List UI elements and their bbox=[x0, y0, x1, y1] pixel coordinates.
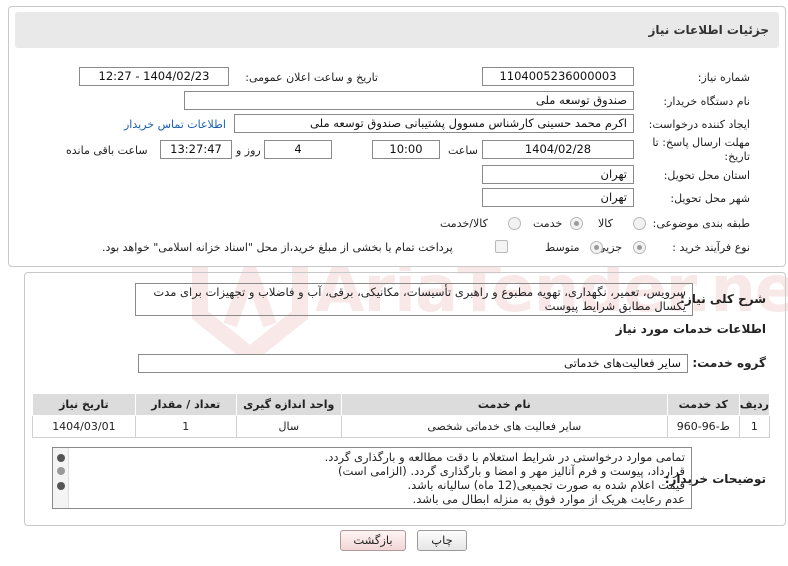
announce-label: تاریخ و ساعت اعلان عمومی: bbox=[245, 71, 378, 84]
col-header-row-number: ردیف bbox=[738, 393, 771, 416]
province-label: استان محل تحویل: bbox=[663, 169, 750, 182]
need-number-label: شماره نیاز: bbox=[697, 71, 750, 84]
announce-field[interactable]: 1404/02/23 - 12:27 bbox=[79, 67, 229, 86]
buyer-org-label: نام دستگاه خریدار: bbox=[663, 95, 750, 108]
page-title: جزئیات اطلاعات نیاز bbox=[648, 23, 769, 37]
deadline-label-line2: تاریخ: bbox=[724, 150, 750, 163]
deadline-hour-label: ساعت bbox=[448, 144, 478, 157]
need-number-field[interactable]: 1104005236000003 bbox=[482, 67, 634, 86]
buyer-note-line: قیمت اعلام شده به صورت تجمیعی(12 ماه) سا… bbox=[407, 478, 685, 492]
buyer-notes-content: تمامی موارد درخواستی در شرایط استعلام با… bbox=[75, 450, 685, 506]
scroll-up-dot-icon bbox=[57, 454, 65, 462]
treasury-checkbox[interactable] bbox=[495, 240, 508, 253]
province-field[interactable]: تهران bbox=[482, 165, 634, 184]
table-header-row: ردیف کد خدمت نام خدمت واحد اندازه گیری ت… bbox=[32, 393, 771, 416]
treasury-note: پرداخت تمام یا بخشی از مبلغ خرید،از محل … bbox=[102, 241, 453, 254]
remaining-label: ساعت باقی مانده bbox=[66, 144, 148, 157]
services-table-wrapper: ردیف کد خدمت نام خدمت واحد اندازه گیری ت… bbox=[32, 393, 771, 438]
days-field[interactable]: 4 bbox=[264, 140, 332, 159]
cell-unit: سال bbox=[235, 415, 342, 438]
scroll-thumb-dot-icon bbox=[57, 467, 65, 475]
process-radio-medium[interactable] bbox=[590, 241, 603, 254]
category-option-service: خدمت bbox=[533, 217, 563, 230]
description-textarea[interactable]: سرویس، تعمیر، نگهداری، تهویه مطبوع و راه… bbox=[135, 283, 693, 316]
category-radio-service[interactable] bbox=[570, 217, 583, 230]
deadline-label-line1: مهلت ارسال پاسخ: تا bbox=[652, 136, 750, 149]
services-table: ردیف کد خدمت نام خدمت واحد اندازه گیری ت… bbox=[32, 393, 771, 438]
services-section-title: اطلاعات خدمات مورد نیاز bbox=[615, 322, 766, 336]
requester-label: ایجاد کننده درخواست: bbox=[648, 118, 750, 131]
cell-row-number: 1 bbox=[738, 415, 771, 438]
cell-quantity: 1 bbox=[134, 415, 237, 438]
scroll-down-dot-icon bbox=[57, 482, 65, 490]
process-label: نوع فرآیند خرید : bbox=[672, 241, 750, 254]
category-radio-both[interactable] bbox=[508, 217, 521, 230]
service-group-field[interactable]: سایر فعالیت‌های خدماتی bbox=[138, 354, 688, 373]
panel-header: جزئیات اطلاعات نیاز bbox=[15, 12, 779, 48]
deadline-label: مهلت ارسال پاسخ: تا تاریخ: bbox=[652, 136, 750, 164]
cell-name: سایر فعالیت های خدماتی شخصی bbox=[340, 415, 668, 438]
buyer-note-line: قرارداد، پیوست و فرم آنالیز مهر و امضا و… bbox=[338, 464, 685, 478]
category-radio-goods[interactable] bbox=[633, 217, 646, 230]
process-option-medium: متوسط bbox=[545, 241, 580, 254]
col-header-unit: واحد اندازه گیری bbox=[235, 393, 342, 416]
city-field[interactable]: تهران bbox=[482, 188, 634, 207]
buyer-note-line: تمامی موارد درخواستی در شرایط استعلام با… bbox=[324, 450, 685, 464]
description-text: سرویس، تعمیر، نگهداری، تهویه مطبوع و راه… bbox=[153, 285, 686, 313]
back-button[interactable]: بازگشت bbox=[340, 530, 406, 551]
buyer-notes-scrollbar[interactable] bbox=[53, 448, 69, 508]
print-button[interactable]: چاپ bbox=[417, 530, 467, 551]
col-header-code: کد خدمت bbox=[666, 393, 740, 416]
contact-info-link[interactable]: اطلاعات تماس خریدار bbox=[124, 118, 226, 131]
category-option-goods: کالا bbox=[598, 217, 613, 230]
deadline-date-field[interactable]: 1404/02/28 bbox=[482, 140, 634, 159]
buyer-org-field[interactable]: صندوق توسعه ملی bbox=[184, 91, 634, 110]
col-header-need-date: تاریخ نیاز bbox=[32, 393, 136, 416]
city-label: شهر محل تحویل: bbox=[670, 192, 750, 205]
buyer-notes-textarea[interactable]: تمامی موارد درخواستی در شرایط استعلام با… bbox=[52, 447, 692, 509]
category-label: طبقه بندی موضوعی: bbox=[652, 217, 750, 230]
table-row[interactable]: 1 ط-96-960 سایر فعالیت های خدماتی شخصی س… bbox=[32, 415, 771, 438]
col-header-quantity: تعداد / مقدار bbox=[134, 393, 237, 416]
deadline-time-field[interactable]: 10:00 bbox=[372, 140, 440, 159]
remaining-time-field[interactable]: 13:27:47 bbox=[160, 140, 232, 159]
service-group-label: گروه خدمت: bbox=[692, 356, 766, 370]
col-header-name: نام خدمت bbox=[340, 393, 668, 416]
requester-field[interactable]: اکرم محمد حسینی کارشناس مسوول پشتیبانی ص… bbox=[234, 114, 634, 133]
cell-need-date: 1404/03/01 bbox=[32, 415, 136, 438]
buyer-note-line: عدم رعایت هریک از موارد فوق به منزله ابط… bbox=[412, 492, 685, 506]
process-radio-minor[interactable] bbox=[633, 241, 646, 254]
category-option-both: کالا/خدمت bbox=[440, 217, 488, 230]
days-label: روز و bbox=[236, 144, 261, 157]
cell-code: ط-96-960 bbox=[666, 415, 740, 438]
